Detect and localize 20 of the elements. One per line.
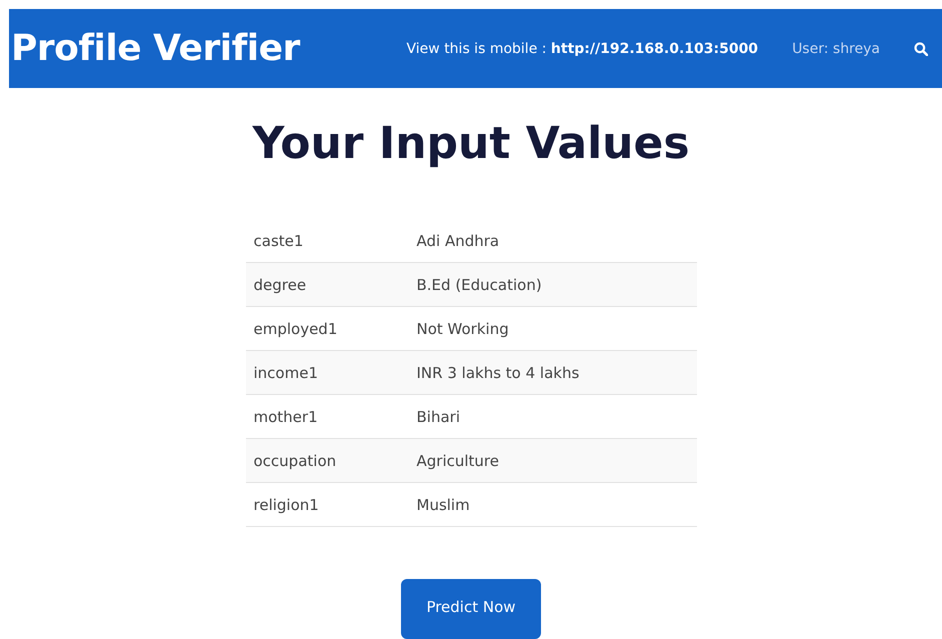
mobile-link-text: View this is mobile : http://192.168.0.103:5000 (406, 40, 758, 56)
page-heading: Your Input Values (252, 118, 690, 169)
field-value: B.Ed (Education) (416, 276, 543, 294)
field-name: religion1 (252, 496, 320, 514)
field-name: occupation (252, 452, 338, 470)
field-name: mother1 (252, 408, 319, 426)
field-value: Agriculture (416, 452, 500, 470)
field-value: Not Working (416, 320, 510, 338)
field-name: employed1 (252, 320, 338, 338)
field-value: Bihari (416, 408, 461, 426)
predict-button[interactable]: Predict Now (401, 579, 541, 639)
field-name: caste1 (252, 232, 304, 250)
site-title: Profile Verifier (11, 28, 302, 69)
search-icon[interactable] (914, 42, 928, 56)
field-value: Muslim (416, 496, 471, 514)
field-name: income1 (252, 364, 319, 382)
field-name: degree (252, 276, 308, 294)
field-value: INR 3 lakhs to 4 lakhs (416, 364, 580, 382)
field-value: Adi Andhra (416, 232, 500, 250)
user-name: User: shreya (792, 40, 880, 56)
